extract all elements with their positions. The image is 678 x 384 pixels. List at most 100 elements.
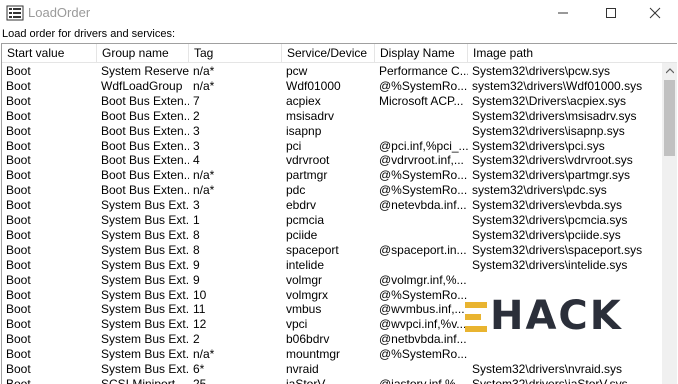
table-row[interactable]: Boot System Reserved n/a* pcw Performance C.… — [2, 64, 662, 79]
table-cell: System32\Drivers\acpiex.sys — [472, 93, 627, 108]
table-cell: 12 — [193, 317, 207, 332]
table-cell: @%SystemRo... — [379, 287, 468, 302]
table-row[interactable]: Boot System Bus Ext... n/a* mountmgr @%Syste… — [2, 347, 662, 362]
table-cell — [375, 362, 468, 377]
table-cell: pci — [286, 138, 302, 153]
table-cell: isapnp — [286, 123, 322, 138]
table-cell: volmgrx — [286, 287, 329, 302]
table-cell: System Bus Ext... — [101, 213, 189, 227]
table-cell: System Bus Ext... — [101, 227, 189, 242]
table-cell: Boot Bus Exten... — [101, 183, 189, 198]
table-row[interactable]: Boot Boot Bus Exten... n/a* pdc @%SystemRo..… — [2, 183, 662, 198]
table-cell: n/a* — [193, 168, 215, 183]
table-cell: @%SystemRo... — [379, 183, 468, 198]
table-row[interactable]: Boot System Bus Ext... 8 pciide System32\dri… — [2, 228, 662, 243]
table-cell: Boot Bus Exten... — [101, 93, 189, 108]
table-cell: nvraid — [286, 362, 319, 376]
table-cell: 9 — [193, 257, 200, 272]
table-cell: Boot — [6, 287, 31, 302]
table-row[interactable]: Boot System Bus Ext... 9 intelide System32\d… — [2, 258, 662, 273]
table-cell: @pci.inf,%pci_... — [379, 138, 468, 153]
table-cell: @netbvbda.inf... — [379, 332, 467, 347]
column-header-start-value[interactable]: Start value — [2, 44, 97, 62]
table-cell: 6* — [193, 362, 205, 376]
table-cell — [375, 213, 468, 228]
table-cell: System32\drivers\pcw.sys — [472, 64, 611, 78]
minimize-icon — [558, 12, 568, 14]
maximize-button[interactable] — [588, 0, 634, 26]
table-cell: @netevbda.inf... — [379, 198, 467, 213]
list-header: Start value Group name Tag Service/Devic… — [2, 44, 677, 63]
table-cell: pcw — [286, 64, 308, 78]
table-cell: System Bus Ext... — [101, 287, 189, 302]
table-cell: 8 — [193, 242, 200, 257]
table-row[interactable]: Boot Boot Bus Exten... n/a* partmgr @%System… — [2, 168, 662, 183]
table-cell: n/a* — [193, 183, 215, 198]
table-cell: @%SystemRo... — [379, 347, 468, 362]
table-cell — [468, 347, 662, 362]
table-cell: Boot Bus Exten... — [101, 153, 189, 168]
table-row[interactable]: Boot SCSI Miniport 25 iaStorV @iastorv.inf,%… — [2, 377, 662, 384]
table-cell: System Bus Ext... — [101, 302, 189, 317]
table-row[interactable]: Boot Boot Bus Exten... 3 pci @pci.inf,%pci_.… — [2, 139, 662, 154]
table-cell: System32\drivers\pcmcia.sys — [472, 213, 628, 227]
table-cell: System Bus Ext... — [101, 347, 189, 362]
table-cell — [375, 109, 468, 124]
table-row[interactable]: Boot Boot Bus Exten... 4 vdrvroot @vdrvroot.… — [2, 153, 662, 168]
table-cell: acpiex — [286, 93, 321, 108]
table-cell: System Bus Ext... — [101, 317, 189, 332]
table-cell: n/a* — [193, 64, 215, 78]
table-cell: 9 — [193, 272, 200, 287]
table-row[interactable]: Boot Boot Bus Exten... 7 acpiex Microsoft AC… — [2, 94, 662, 109]
table-cell — [375, 258, 468, 273]
minimize-button[interactable] — [540, 0, 586, 26]
column-header-tag[interactable]: Tag — [189, 44, 282, 62]
column-header-image-path[interactable]: Image path — [468, 44, 677, 62]
table-cell: Boot — [6, 183, 31, 198]
table-cell: System32\drivers\partmgr.sys — [472, 168, 631, 183]
table-cell: partmgr — [286, 168, 328, 183]
table-cell: 4 — [193, 153, 200, 168]
table-row[interactable]: Boot WdfLoadGroup n/a* Wdf01000 @%SystemRo..… — [2, 79, 662, 94]
table-cell: Performance C... — [379, 64, 468, 78]
table-cell: 10 — [193, 287, 207, 302]
vertical-scrollbar[interactable] — [662, 63, 677, 384]
table-cell: @%SystemRo... — [379, 78, 468, 93]
close-button[interactable] — [632, 0, 678, 26]
table-cell: 7 — [193, 93, 200, 108]
table-row[interactable]: Boot System Bus Ext... 9 volmgr @volmgr.inf,… — [2, 273, 662, 288]
table-cell: Boot — [6, 242, 31, 257]
table-cell: Boot — [6, 332, 31, 347]
table-cell: Boot Bus Exten... — [101, 123, 189, 138]
table-cell: pdc — [286, 183, 306, 198]
table-row[interactable]: Boot Boot Bus Exten... 3 isapnp System32\dri… — [2, 124, 662, 139]
column-header-service-device[interactable]: Service/Device — [282, 44, 375, 62]
table-cell: 2 — [193, 108, 200, 123]
list-caption: Load order for drivers and services: — [2, 28, 176, 40]
table-row[interactable]: Boot System Bus Ext... 1 pcmcia System32\dri… — [2, 213, 662, 228]
table-cell: 8 — [193, 227, 200, 242]
table-cell: Boot Bus Exten... — [101, 168, 189, 183]
close-icon — [649, 7, 661, 19]
table-cell: Boot — [6, 153, 31, 168]
window-title: LoadOrder — [28, 5, 91, 20]
table-row[interactable]: Boot System Bus Ext... 8 spaceport @spacepor… — [2, 243, 662, 258]
table-cell: Boot — [6, 108, 31, 123]
table-cell: Microsoft ACP... — [379, 93, 464, 108]
column-header-group-name[interactable]: Group name — [97, 44, 189, 62]
table-cell: system32\drivers\pdc.sys — [472, 183, 607, 198]
table-cell: 2 — [193, 332, 200, 347]
scroll-thumb[interactable] — [664, 80, 675, 156]
table-cell: @spaceport.in... — [379, 242, 467, 257]
table-cell: vdrvroot — [286, 153, 330, 168]
watermark-logo-bars — [465, 302, 487, 332]
table-cell: System Bus Ext... — [101, 362, 189, 376]
table-row[interactable]: Boot System Bus Ext... 3 ebdrv @netevbda.inf… — [2, 198, 662, 213]
scroll-up-button[interactable] — [662, 63, 677, 78]
table-cell: 3 — [193, 123, 200, 138]
column-header-display-name[interactable]: Display Name — [375, 44, 468, 62]
table-row[interactable]: Boot Boot Bus Exten... 2 msisadrv System32\d… — [2, 109, 662, 124]
table-row[interactable]: Boot System Bus Ext... 6* nvraid System32\dr… — [2, 362, 662, 377]
table-cell: System32\drivers\vdrvroot.sys — [472, 153, 633, 168]
table-cell: Boot — [6, 227, 31, 242]
